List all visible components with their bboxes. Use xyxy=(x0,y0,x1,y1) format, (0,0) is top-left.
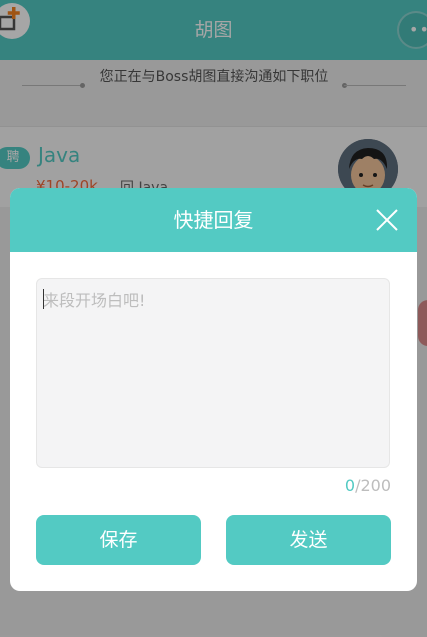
close-button[interactable] xyxy=(375,208,399,232)
quick-reply-dialog: 快捷回复 0/200 保存 发送 xyxy=(10,188,417,591)
dialog-title: 快捷回复 xyxy=(173,208,254,232)
char-count-current: 0 xyxy=(344,476,356,495)
dialog-header: 快捷回复 xyxy=(10,188,417,252)
char-count-max: /200 xyxy=(355,476,391,495)
reply-box xyxy=(36,278,390,468)
close-icon xyxy=(376,209,398,231)
save-button[interactable]: 保存 xyxy=(36,515,201,565)
text-caret xyxy=(43,289,44,309)
reply-input[interactable] xyxy=(37,279,389,467)
char-counter: 0/200 xyxy=(345,476,391,495)
send-button[interactable]: 发送 xyxy=(226,515,391,565)
